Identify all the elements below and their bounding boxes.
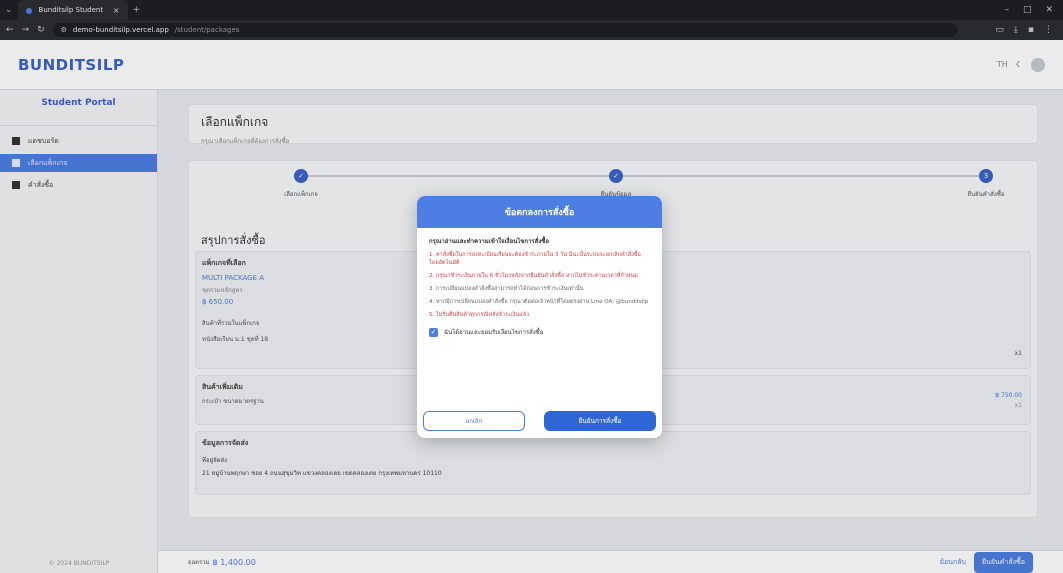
agree-row[interactable]: ✓ ฉันได้อ่านและยอมรับเงื่อนไขการสั่งซื้อ	[429, 327, 650, 337]
term-item: 4. หากมีการเปลี่ยนแปลงคำสั่งซื้อ กรุณาติ…	[429, 299, 649, 305]
term-item: 3. การเปลี่ยนแปลงคำสั่งซื้อสามารถทำได้ก่…	[429, 286, 584, 292]
agree-checkbox[interactable]: ✓	[429, 327, 438, 337]
term-item: 1. ค่าสั่งซื้อในการลงทะเบียนเรียนจะต้องช…	[429, 252, 641, 266]
modal-intro: กรุณาอ่านและทำความเข้าใจเงื่อนไขการสั่งซ…	[429, 238, 549, 245]
cancel-button[interactable]: ยกเลิก	[423, 411, 525, 431]
agree-label[interactable]: ฉันได้อ่านและยอมรับเงื่อนไขการสั่งซื้อ	[444, 327, 543, 337]
order-terms-modal: ข้อตกลงการสั่งซื้อ กรุณาอ่านและทำความเข้…	[417, 196, 662, 438]
term-item: 5. ไม่รับคืนสินค้าทุกกรณีหลังชำระเงินแล้…	[429, 312, 530, 318]
confirm-order-button[interactable]: ยืนยันการสั่งซื้อ	[544, 411, 656, 431]
term-item: 2. กรุณาชำระเงินภายใน 6 ชั่วโมงหลังจากยื…	[429, 273, 638, 279]
modal-title: ข้อตกลงการสั่งซื้อ	[417, 196, 662, 228]
